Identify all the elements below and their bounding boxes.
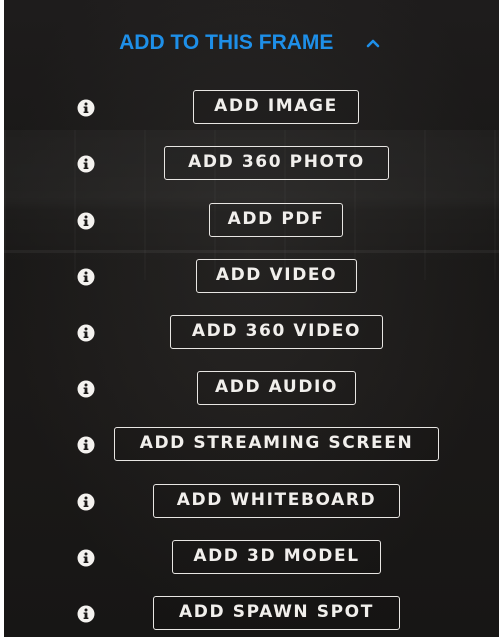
- info-icon[interactable]: [77, 212, 95, 230]
- list-item: ADD WHITEBOARD: [4, 484, 499, 520]
- add-whiteboard-button[interactable]: ADD WHITEBOARD: [153, 484, 400, 518]
- info-icon[interactable]: [77, 436, 95, 454]
- add-audio-button[interactable]: ADD AUDIO: [197, 371, 356, 405]
- list-item: ADD STREAMING SCREEN: [4, 427, 499, 463]
- add-pdf-button[interactable]: ADD PDF: [209, 203, 343, 237]
- list-item: ADD IMAGE: [4, 90, 499, 126]
- info-icon[interactable]: [77, 99, 95, 117]
- info-icon[interactable]: [77, 493, 95, 511]
- list-item: ADD 3D MODEL: [4, 540, 499, 576]
- panel-title: ADD TO THIS FRAME: [119, 31, 334, 54]
- add-360-video-button[interactable]: ADD 360 VIDEO: [170, 315, 383, 349]
- panel-header[interactable]: ADD TO THIS FRAME: [4, 28, 499, 58]
- list-item: ADD SPAWN SPOT: [4, 596, 499, 632]
- chevron-up-icon[interactable]: [362, 28, 384, 58]
- info-icon[interactable]: [77, 549, 95, 567]
- list-item: ADD PDF: [4, 203, 499, 239]
- info-icon[interactable]: [77, 324, 95, 342]
- add-video-button[interactable]: ADD VIDEO: [196, 259, 357, 293]
- list-item: ADD 360 PHOTO: [4, 146, 499, 182]
- info-icon[interactable]: [77, 268, 95, 286]
- add-image-button[interactable]: ADD IMAGE: [193, 90, 359, 124]
- add-3d-model-button[interactable]: ADD 3D MODEL: [172, 540, 381, 574]
- background-floor-line: [4, 250, 499, 253]
- info-icon[interactable]: [77, 380, 95, 398]
- list-item: ADD AUDIO: [4, 371, 499, 407]
- list-item: ADD VIDEO: [4, 259, 499, 295]
- add-spawn-spot-button[interactable]: ADD SPAWN SPOT: [153, 596, 400, 630]
- info-icon[interactable]: [77, 155, 95, 173]
- add-streaming-screen-button[interactable]: ADD STREAMING SCREEN: [114, 427, 439, 461]
- add-to-frame-panel: ADD TO THIS FRAME ADD IMAGE ADD 360 PHOT…: [4, 0, 499, 637]
- info-icon[interactable]: [77, 605, 95, 623]
- add-360-photo-button[interactable]: ADD 360 PHOTO: [164, 146, 389, 180]
- list-item: ADD 360 VIDEO: [4, 315, 499, 351]
